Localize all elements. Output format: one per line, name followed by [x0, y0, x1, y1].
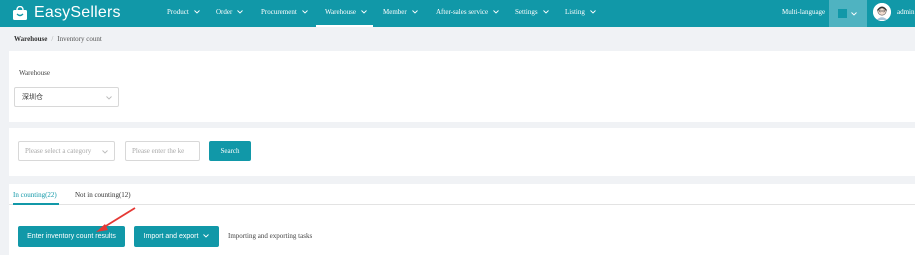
chevron-down-icon [106, 96, 112, 100]
import-export-label: Import and export [143, 233, 199, 240]
nav-item-warehouse[interactable]: Warehouse [316, 0, 373, 27]
user-avatar-icon [873, 3, 891, 21]
nav-item-settings[interactable]: Settings [515, 0, 549, 27]
theme-swatch [838, 9, 847, 18]
theme-color-picker[interactable] [829, 0, 867, 27]
breadcrumb-section[interactable]: Warehouse [14, 35, 47, 43]
avatar[interactable] [873, 3, 891, 21]
tab-in-counting[interactable]: In counting(22) [13, 191, 57, 199]
warehouse-select[interactable]: 深圳仓 [14, 87, 119, 107]
breadcrumb-current: Inventory count [57, 35, 102, 43]
chevron-down-icon [411, 10, 418, 15]
chevron-down-icon [193, 10, 200, 15]
search-button[interactable]: Search [209, 141, 251, 161]
multi-language-button[interactable]: Multi-language [782, 0, 825, 25]
count-list-card: In counting(22) Not in counting(12) Ente… [9, 184, 915, 255]
chevron-down-icon [301, 10, 308, 15]
nav-item-label: Product [167, 8, 189, 16]
brand-name: EasySellers [34, 4, 121, 21]
count-status-tabs: In counting(22) Not in counting(12) [9, 184, 915, 205]
warehouse-select-value: 深圳仓 [22, 93, 43, 101]
nav-item-procurement[interactable]: Procurement [261, 0, 308, 27]
shopping-bag-icon [13, 5, 27, 20]
nav-item-label: Listing [565, 8, 585, 16]
tab-not-in-counting[interactable]: Not in counting(12) [75, 191, 131, 199]
chevron-down-icon [102, 150, 108, 154]
chevron-down-icon [203, 234, 210, 238]
nav-item-product[interactable]: Product [167, 0, 200, 27]
nav-item-label: After-sales service [436, 8, 489, 16]
import-export-tasks-link[interactable]: Importing and exporting tasks [228, 232, 312, 240]
nav-item-label: Order [216, 8, 233, 16]
import-export-dropdown-button[interactable]: Import and export [134, 226, 219, 247]
nav-item-label: Warehouse [325, 8, 356, 16]
search-card: Please select a category Search [9, 128, 915, 176]
category-select-placeholder: Please select a category [25, 147, 92, 155]
breadcrumb: Warehouse / Inventory count [14, 35, 102, 43]
category-select[interactable]: Please select a category [18, 141, 115, 161]
chevron-down-icon [361, 10, 367, 15]
top-navigation-bar: EasySellers Product Order Procurement Wa… [0, 0, 915, 27]
chevron-down-icon [590, 10, 596, 15]
brand-logo[interactable]: EasySellers [12, 4, 121, 22]
chevron-down-icon [237, 10, 244, 15]
chevron-down-icon [493, 10, 499, 15]
warehouse-label: Warehouse [19, 69, 50, 77]
nav-item-order[interactable]: Order [216, 0, 244, 27]
red-arrow-annotation [96, 207, 136, 232]
nav-item-label: Procurement [261, 8, 297, 16]
active-tab-indicator [13, 203, 59, 205]
chevron-down-icon [851, 12, 857, 16]
nav-item-after-sales-service[interactable]: After-sales service [436, 0, 499, 27]
chevron-down-icon [542, 10, 549, 15]
nav-item-label: Member [383, 8, 407, 16]
nav-item-label: Settings [515, 8, 538, 16]
breadcrumb-separator: / [51, 35, 54, 43]
keyword-search-input[interactable] [125, 141, 200, 161]
nav-item-listing[interactable]: Listing [565, 0, 596, 27]
warehouse-filter-card: Warehouse 深圳仓 [9, 51, 915, 122]
nav-item-member[interactable]: Member [383, 0, 418, 27]
user-name[interactable]: admin [897, 0, 915, 25]
